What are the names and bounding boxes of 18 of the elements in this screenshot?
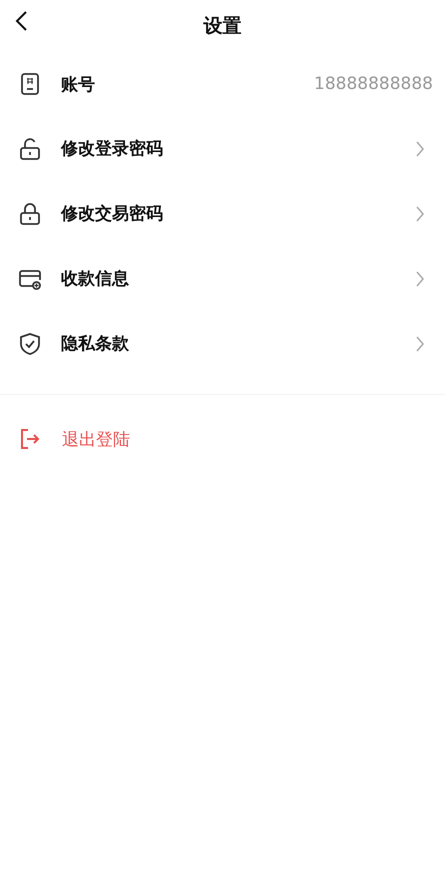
chevron-right-icon	[415, 334, 425, 352]
padlock-icon	[18, 136, 42, 160]
setting-label[interactable]: 修改交易密码	[61, 202, 415, 225]
setting-label[interactable]: 收款信息	[61, 267, 415, 290]
setting-label[interactable]: 修改登录密码	[61, 137, 415, 160]
chevron-right-icon	[415, 140, 425, 158]
phone-icon	[18, 72, 42, 96]
back-icon[interactable]	[14, 10, 28, 32]
shield-check-icon	[18, 332, 42, 356]
setting-label[interactable]: 隐私条款	[61, 332, 415, 355]
chevron-right-icon	[415, 204, 425, 222]
setting-label[interactable]: 账号	[61, 72, 314, 96]
page-title: 设置	[204, 14, 242, 39]
chevron-right-icon	[415, 270, 425, 288]
account-number: 18888888888	[314, 74, 433, 94]
logout-icon	[18, 427, 42, 451]
logout-button[interactable]: 退出登陆	[62, 428, 130, 450]
padlock-icon	[18, 202, 42, 226]
